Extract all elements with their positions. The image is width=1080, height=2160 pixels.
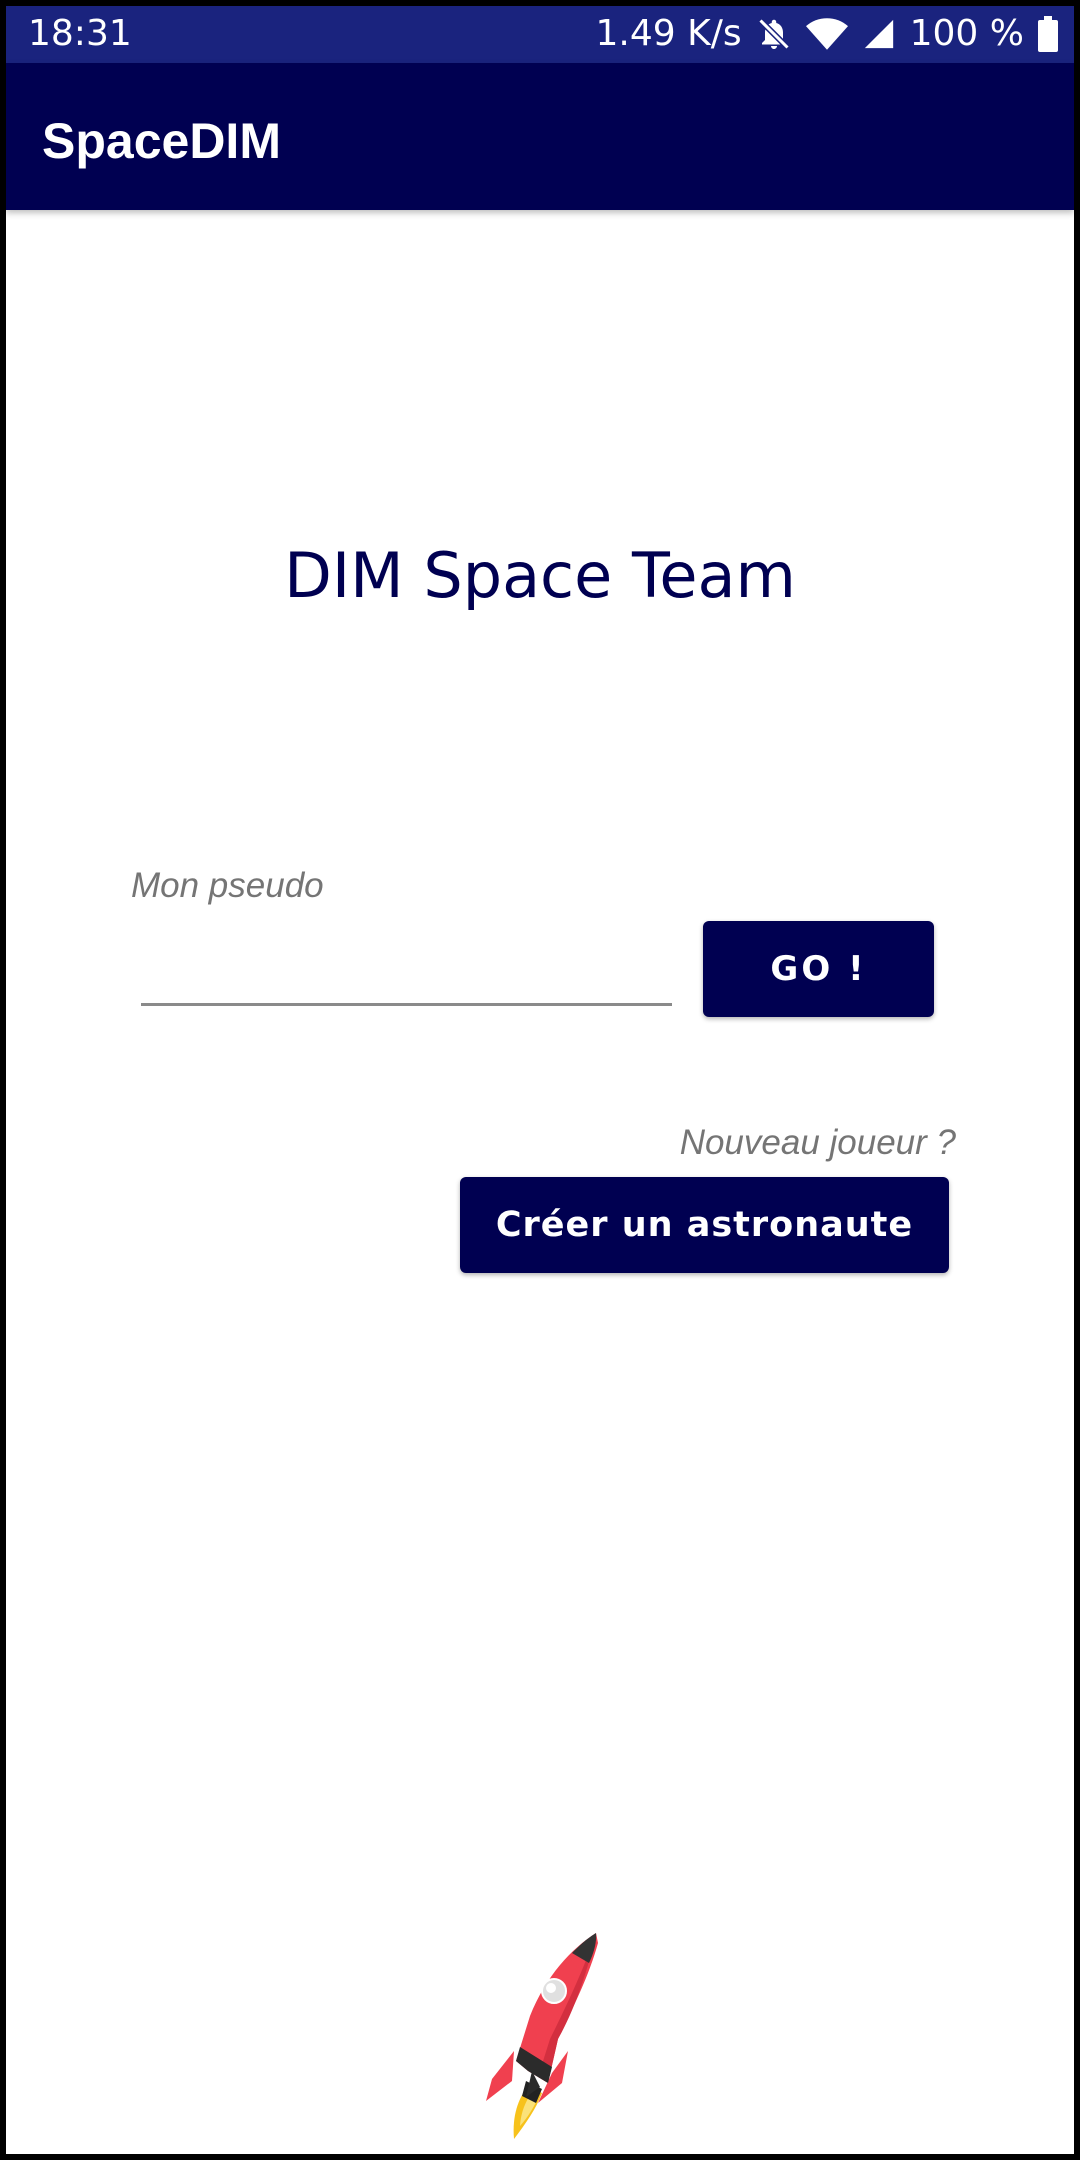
wifi-icon <box>805 16 848 52</box>
app-bar: SpaceDIM <box>6 63 1074 210</box>
battery-icon <box>1038 16 1058 52</box>
go-button[interactable]: GO ! <box>703 921 934 1017</box>
status-icons: 1.49 K/s 100 % <box>596 14 1058 54</box>
bell-off-icon <box>756 16 792 52</box>
pseudo-label: Mon pseudo <box>131 866 324 905</box>
new-player-label: Nouveau joueur ? <box>679 1123 956 1162</box>
screen: 18:31 1.49 K/s 100 % SpaceDIM DIM Space … <box>6 6 1074 2154</box>
app-title: SpaceDIM <box>42 113 281 169</box>
page-title: DIM Space Team <box>284 539 796 612</box>
pseudo-input[interactable] <box>141 936 672 1006</box>
battery-percent: 100 % <box>909 13 1024 54</box>
network-speed: 1.49 K/s <box>595 13 742 54</box>
signal-icon <box>862 17 896 51</box>
create-astronaut-button[interactable]: Créer un astronaute <box>460 1177 949 1273</box>
status-bar: 18:31 1.49 K/s 100 % <box>6 6 1074 63</box>
rocket-icon <box>476 1921 616 2146</box>
status-time: 18:31 <box>28 13 132 54</box>
